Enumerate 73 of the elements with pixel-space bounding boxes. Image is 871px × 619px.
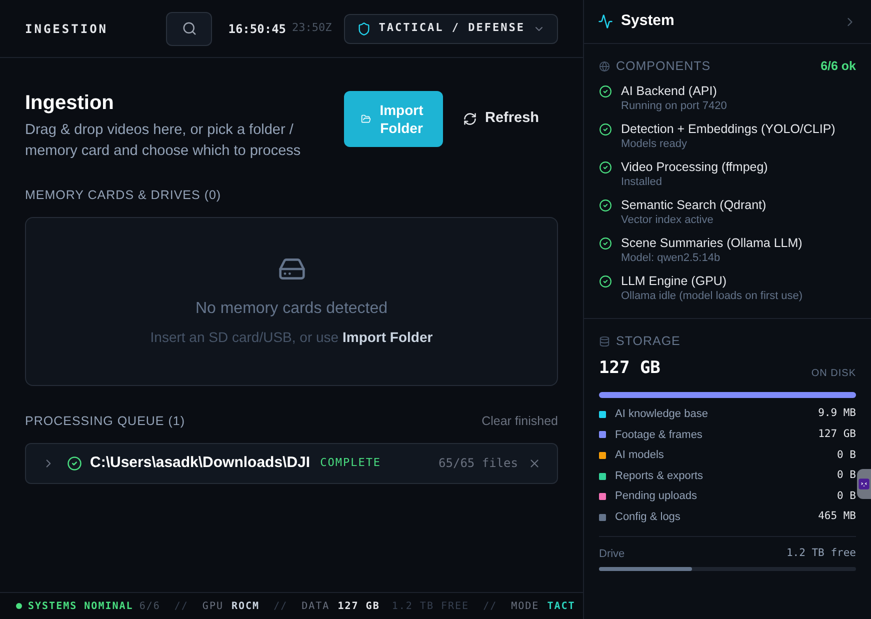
status-text: SYSTEMS NOMINAL xyxy=(28,600,134,614)
component-detail: Running on port 7420 xyxy=(621,98,727,114)
queue-item[interactable]: C:\Users\asadk\Downloads\DJI COMPLETE 65/65 files xyxy=(25,442,558,484)
separator-text: // xyxy=(483,600,498,614)
mode-label: MODE xyxy=(511,600,540,614)
mode-dropdown[interactable]: TACTICAL / DEFENSE xyxy=(344,14,558,44)
globe-icon xyxy=(599,60,610,72)
drive-free: 1.2 TB free xyxy=(786,546,856,561)
status-count: 6/6 xyxy=(139,600,160,614)
component-name: Semantic Search (Qdrant) xyxy=(621,196,766,213)
search-button[interactable] xyxy=(166,12,212,46)
component-name: Video Processing (ffmpeg) xyxy=(621,158,768,175)
component-name: Detection + Embeddings (YOLO/CLIP) xyxy=(621,120,836,137)
storage-icon xyxy=(599,336,610,347)
section-heading: STORAGE xyxy=(616,332,680,350)
component-detail: Installed xyxy=(621,174,663,190)
face-icon xyxy=(858,478,870,490)
page-subtitle: Drag & drop videos here, or pick a folder / memory card and choose which to process xyxy=(25,121,302,161)
utc-time: 23:50Z xyxy=(292,20,332,36)
legend-label: AI knowledge base xyxy=(615,407,708,422)
separator-text: // xyxy=(274,600,288,614)
drive-label: Drive xyxy=(599,546,625,562)
storage-total: 127 GB xyxy=(599,356,660,380)
component-name: AI Backend (API) xyxy=(621,82,718,99)
remove-button[interactable] xyxy=(528,456,541,470)
activity-icon xyxy=(598,14,613,29)
legend-label: Footage & frames xyxy=(615,428,702,443)
empty-hint: Insert an SD card/USB, or use Import Folder xyxy=(150,328,433,347)
clock-time: 16:50:45 xyxy=(228,20,286,38)
gpu-value: ROCM xyxy=(231,600,260,614)
component-detail: Ollama idle (model loads on first use) xyxy=(621,288,803,304)
storage-caption: ON DISK xyxy=(811,367,856,381)
legend-label: AI models xyxy=(615,448,664,464)
refresh-button[interactable]: Refresh xyxy=(463,108,539,130)
gpu-label: GPU xyxy=(202,600,224,614)
panel-title: System xyxy=(621,11,674,32)
legend-value: 0 B xyxy=(837,448,856,463)
legend-value: 127 GB xyxy=(818,427,856,442)
components-count: 6/6 ok xyxy=(820,58,856,75)
empty-title: No memory cards detected xyxy=(195,298,388,319)
component-name: Scene Summaries (Ollama LLM) xyxy=(621,234,802,251)
check-icon xyxy=(67,456,82,470)
close-icon xyxy=(528,456,541,470)
section-heading: MEMORY CARDS & DRIVES (0) xyxy=(25,187,222,204)
header-title: INGESTION xyxy=(25,20,108,38)
page-title: Ingestion xyxy=(25,91,115,116)
refresh-icon xyxy=(463,112,477,126)
queue-status: COMPLETE xyxy=(320,454,382,471)
legend-value: 465 MB xyxy=(818,509,856,524)
legend-label: Reports & exports xyxy=(615,468,704,484)
legend-value: 0 B xyxy=(837,488,856,504)
shield-icon xyxy=(356,22,371,36)
section-heading: PROCESSING QUEUE (1) xyxy=(25,412,186,430)
queue-path: C:\Users\asadk\Downloads\DJI xyxy=(90,452,310,473)
separator-text: // xyxy=(174,600,188,614)
component-detail: Models ready xyxy=(621,136,688,152)
component-name: LLM Engine (GPU) xyxy=(621,272,728,289)
assistant-widget-button[interactable] xyxy=(857,468,871,499)
legend-label: Config & logs xyxy=(615,510,680,526)
data-label: DATA xyxy=(302,600,330,614)
mode-value: TACT xyxy=(547,600,576,614)
legend-value: 0 B xyxy=(837,468,856,484)
legend-value: 9.9 MB xyxy=(818,406,856,422)
data-value: 127 GB xyxy=(338,600,380,614)
section-heading: COMPONENTS xyxy=(616,58,711,75)
legend-label: Pending uploads xyxy=(615,489,697,504)
free-space: 1.2 TB FREE xyxy=(392,600,470,614)
folder-icon xyxy=(360,114,370,124)
component-detail: Vector index active xyxy=(621,212,714,228)
file-count: 65/65 files xyxy=(438,455,518,472)
search-icon xyxy=(182,21,197,36)
component-detail: Model: qwen2.5:14b xyxy=(621,250,722,266)
clear-finished-link[interactable]: Clear finished xyxy=(482,412,558,430)
